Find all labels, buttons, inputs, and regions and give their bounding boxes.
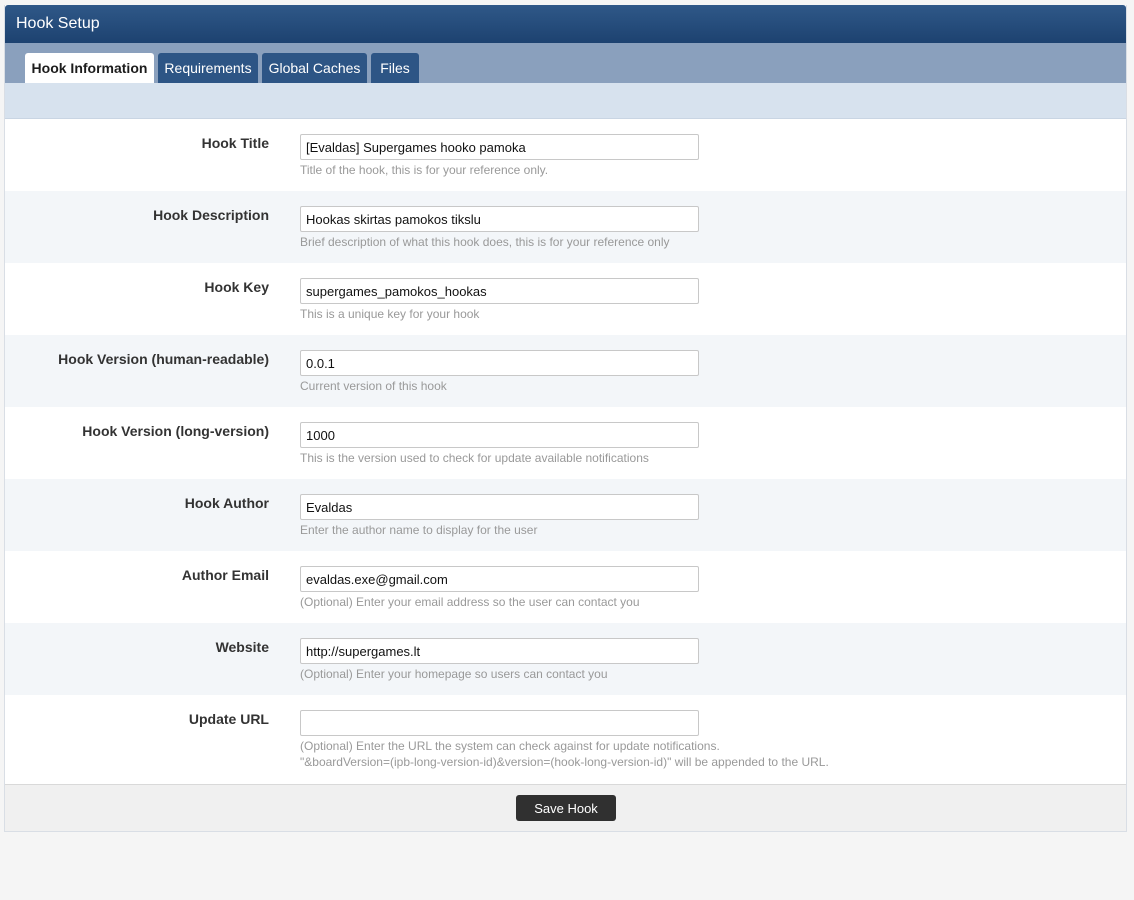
tab-bar: Hook Information Requirements Global Cac…	[5, 43, 1126, 83]
website-input[interactable]	[300, 638, 699, 664]
update-url-help-line2: "&boardVersion=(ipb-long-version-id)&ver…	[300, 755, 829, 769]
hook-description-help: Brief description of what this hook does…	[300, 235, 670, 249]
hook-author-label: Hook Author	[184, 495, 269, 511]
hook-key-help: This is a unique key for your hook	[300, 307, 480, 321]
author-email-help: (Optional) Enter your email address so t…	[300, 595, 640, 609]
form-footer: Save Hook	[5, 784, 1126, 831]
hook-description-input[interactable]	[300, 206, 699, 232]
update-url-help: (Optional) Enter the URL the system can …	[300, 738, 829, 770]
save-hook-button[interactable]: Save Hook	[516, 795, 616, 821]
website-help: (Optional) Enter your homepage so users …	[300, 667, 608, 681]
form-row-update-url: Update URL (Optional) Enter the URL the …	[5, 695, 1126, 782]
form-row-author-email: Author Email (Optional) Enter your email…	[5, 551, 1126, 623]
form-row-hook-description: Hook Description Brief description of wh…	[5, 191, 1126, 263]
update-url-help-line1: (Optional) Enter the URL the system can …	[300, 739, 720, 753]
website-label: Website	[215, 639, 269, 655]
hook-title-help: Title of the hook, this is for your refe…	[300, 163, 549, 177]
hook-version-long-input[interactable]	[300, 422, 699, 448]
author-email-label: Author Email	[181, 567, 269, 583]
update-url-input[interactable]	[300, 710, 699, 736]
form-row-hook-version-long: Hook Version (long-version) This is the …	[5, 407, 1126, 479]
tab-hook-information[interactable]: Hook Information	[25, 53, 154, 83]
hook-version-long-label: Hook Version (long-version)	[82, 423, 269, 439]
hook-key-label: Hook Key	[204, 279, 269, 295]
hook-title-input[interactable]	[300, 134, 699, 160]
tab-subheader	[5, 83, 1126, 119]
hook-author-input[interactable]	[300, 494, 699, 520]
hook-key-input[interactable]	[300, 278, 699, 304]
form-row-website: Website (Optional) Enter your homepage s…	[5, 623, 1126, 695]
hook-version-long-help: This is the version used to check for up…	[300, 451, 649, 465]
author-email-input[interactable]	[300, 566, 699, 592]
tab-requirements[interactable]: Requirements	[158, 53, 258, 83]
hook-author-help: Enter the author name to display for the…	[300, 523, 538, 537]
hook-setup-panel: Hook Setup Hook Information Requirements…	[4, 5, 1127, 832]
hook-version-human-input[interactable]	[300, 350, 699, 376]
form-row-hook-key: Hook Key This is a unique key for your h…	[5, 263, 1126, 335]
tab-files[interactable]: Files	[371, 53, 419, 83]
tab-global-caches[interactable]: Global Caches	[262, 53, 367, 83]
form-row-hook-version-human: Hook Version (human-readable) Current ve…	[5, 335, 1126, 407]
hook-version-human-help: Current version of this hook	[300, 379, 447, 393]
update-url-label: Update URL	[188, 711, 269, 727]
hook-description-label: Hook Description	[153, 207, 269, 223]
panel-title: Hook Setup	[5, 5, 1126, 43]
hook-title-label: Hook Title	[201, 135, 269, 151]
form-row-hook-title: Hook Title Title of the hook, this is fo…	[5, 119, 1126, 191]
hook-version-human-label: Hook Version (human-readable)	[58, 351, 269, 367]
form-row-hook-author: Hook Author Enter the author name to dis…	[5, 479, 1126, 551]
